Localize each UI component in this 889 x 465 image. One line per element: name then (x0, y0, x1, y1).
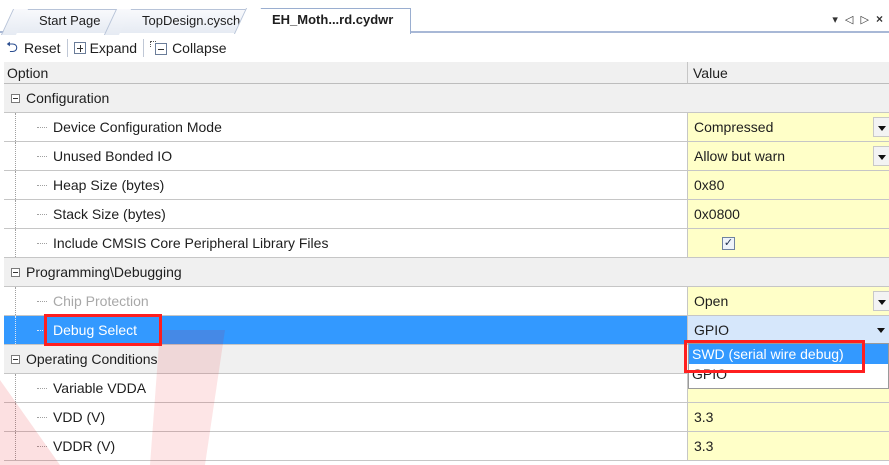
scroll-right-icon[interactable]: ▷ (860, 14, 870, 26)
expand-button[interactable]: Expand (73, 40, 143, 56)
property-row-vdd[interactable]: VDD (V) 3.3 (4, 403, 889, 432)
collapse-category-icon[interactable] (11, 354, 20, 364)
collapse-category-icon[interactable] (11, 267, 20, 277)
property-value: Open (694, 293, 729, 309)
reset-button[interactable]: ⮌ Reset (6, 40, 67, 56)
category-programming-debugging[interactable]: Programming\Debugging (4, 258, 889, 287)
property-name: Variable VDDA (53, 380, 147, 396)
document-tab-strip: Start Page TopDesign.cysch EH_Moth...rd.… (0, 0, 889, 34)
reset-label: Reset (24, 40, 61, 56)
collapse-icon (150, 40, 168, 56)
tab-design-wide-resources[interactable]: EH_Moth...rd.cydwr (247, 8, 411, 34)
property-name: Unused Bonded IO (53, 148, 173, 164)
property-value-dropdown[interactable]: Allow but warn (688, 142, 889, 170)
expand-label: Expand (89, 40, 138, 56)
highlight-box-swd-option (684, 340, 865, 373)
property-value-checkbox-cell: ✓ (688, 229, 889, 257)
property-grid: Option Value Configuration Device Config… (4, 62, 889, 465)
property-value-input[interactable]: 0x0800 (688, 200, 889, 228)
value-column-header[interactable]: Value (688, 62, 889, 83)
property-name: VDD (V) (53, 409, 106, 425)
category-label: Configuration (26, 90, 110, 106)
tab-list-dropdown-icon[interactable]: ▾ (832, 14, 840, 26)
reset-icon: ⮌ (6, 39, 19, 56)
collapse-category-icon[interactable] (11, 93, 20, 103)
dropdown-arrow-icon[interactable] (873, 146, 889, 166)
expand-icon (73, 42, 86, 54)
scroll-left-icon[interactable]: ◁ (845, 14, 855, 26)
property-value: Compressed (694, 119, 774, 135)
collapse-label: Collapse (172, 40, 227, 56)
property-row-chip-protection[interactable]: Chip Protection Open (4, 287, 889, 316)
dropdown-arrow-icon[interactable] (873, 291, 889, 311)
property-name: Include CMSIS Core Peripheral Library Fi… (53, 235, 329, 251)
checkbox[interactable]: ✓ (722, 236, 735, 250)
tab-controls: ▾ ◁ ▷ × (832, 12, 885, 26)
property-toolbar: ⮌ Reset Expand Collapse (0, 35, 889, 61)
property-value: GPIO (694, 322, 730, 338)
property-row-device-configuration-mode[interactable]: Device Configuration Mode Compressed (4, 113, 889, 142)
category-configuration[interactable]: Configuration (4, 84, 889, 113)
tab-topdesign[interactable]: TopDesign.cysch (117, 9, 251, 33)
property-name: Chip Protection (53, 293, 149, 309)
property-row-include-cmsis[interactable]: Include CMSIS Core Peripheral Library Fi… (4, 229, 889, 258)
property-value-dropdown[interactable]: Compressed (688, 113, 889, 141)
property-row-heap-size[interactable]: Heap Size (bytes) 0x80 (4, 171, 889, 200)
dropdown-arrow-icon[interactable] (873, 320, 889, 340)
category-label: Operating Conditions (26, 351, 158, 367)
property-name: VDDR (V) (53, 438, 116, 454)
property-row-vddr[interactable]: VDDR (V) 3.3 (4, 432, 889, 461)
dropdown-arrow-icon[interactable] (873, 117, 889, 137)
property-row-unused-bonded-io[interactable]: Unused Bonded IO Allow but warn (4, 142, 889, 171)
property-name: Stack Size (bytes) (53, 206, 166, 222)
property-value-input[interactable]: 3.3 (688, 432, 889, 460)
property-value-input[interactable]: 3.3 (688, 403, 889, 431)
collapse-button[interactable]: Collapse (150, 40, 232, 56)
category-label: Programming\Debugging (26, 264, 182, 280)
toolbar-separator (143, 39, 145, 57)
property-value: Allow but warn (694, 148, 786, 164)
property-value-dropdown[interactable]: Open (688, 287, 889, 315)
toolbar-separator (66, 39, 68, 57)
property-name: Device Configuration Mode (53, 119, 222, 135)
highlight-box-debug-select (44, 314, 162, 346)
property-value-input[interactable]: 0x80 (688, 171, 889, 199)
close-tab-icon[interactable]: × (876, 12, 885, 26)
property-name: Heap Size (bytes) (53, 177, 165, 193)
option-column-header[interactable]: Option (4, 62, 688, 83)
property-row-stack-size[interactable]: Stack Size (bytes) 0x0800 (4, 200, 889, 229)
grid-header: Option Value (4, 62, 889, 84)
